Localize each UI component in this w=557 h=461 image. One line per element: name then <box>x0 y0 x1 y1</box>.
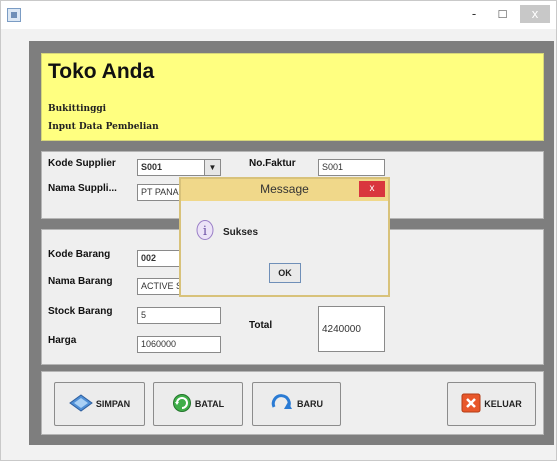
kode-supplier-value: S001 <box>141 162 163 172</box>
dialog-message: Sukses <box>223 227 259 238</box>
form-subtitle: Input Data Pembelian <box>48 122 159 132</box>
nama-supplier-label: Nama Suppli... <box>48 183 117 194</box>
simpan-button[interactable]: SIMPAN <box>54 382 145 426</box>
batal-label: BATAL <box>194 399 225 409</box>
header-panel: Toko Anda Bukittinggi Input Data Pembeli… <box>41 53 544 141</box>
no-faktur-label: No.Faktur <box>249 158 296 169</box>
nama-barang-field[interactable]: ACTIVE S <box>137 278 185 295</box>
keluar-label: KELUAR <box>484 399 522 409</box>
app-window: - □ x Toko Anda Bukittinggi Input Data P… <box>0 0 557 461</box>
kode-barang-field[interactable]: 002 <box>137 250 185 267</box>
stock-barang-field[interactable]: 5 <box>137 307 221 324</box>
message-dialog: Message x i Sukses OK <box>179 177 390 297</box>
maximize-button[interactable]: □ <box>492 5 514 23</box>
dialog-title: Message <box>260 182 309 196</box>
store-city: Bukittinggi <box>48 104 107 114</box>
simpan-label: SIMPAN <box>95 399 131 409</box>
harga-label: Harga <box>48 335 77 346</box>
window-controls: - □ x <box>461 5 550 25</box>
save-diamond-icon <box>68 394 93 414</box>
chevron-down-icon[interactable]: ▼ <box>204 160 220 175</box>
minimize-button[interactable]: - <box>463 5 485 23</box>
nama-barang-label: Nama Barang <box>48 276 113 287</box>
dialog-title-bar[interactable]: Message x <box>181 179 388 201</box>
title-bar[interactable]: - □ x <box>1 1 556 29</box>
keluar-button[interactable]: KELUAR <box>447 382 536 426</box>
store-title: Toko Anda <box>48 60 155 83</box>
kode-supplier-combo[interactable]: S001 ▼ <box>137 159 221 176</box>
svg-text:i: i <box>203 224 207 239</box>
close-button[interactable]: x <box>520 5 550 23</box>
dialog-close-button[interactable]: x <box>359 181 385 197</box>
baru-button[interactable]: BARU <box>252 382 341 426</box>
ok-button[interactable]: OK <box>269 263 301 283</box>
baru-label: BARU <box>297 399 323 409</box>
new-arrow-icon <box>270 393 294 415</box>
java-app-icon <box>7 8 21 22</box>
dialog-body: i Sukses OK <box>181 201 388 295</box>
batal-button[interactable]: BATAL <box>153 382 243 426</box>
stock-barang-label: Stock Barang <box>48 306 113 317</box>
kode-supplier-label: Kode Supplier <box>48 158 116 169</box>
exit-x-icon <box>461 393 481 415</box>
refresh-green-icon <box>172 393 192 415</box>
total-field[interactable]: 4240000 <box>318 306 385 352</box>
kode-barang-label: Kode Barang <box>48 249 111 260</box>
info-icon: i <box>195 219 215 246</box>
no-faktur-field[interactable]: S001 <box>318 159 385 176</box>
total-label: Total <box>249 320 273 331</box>
nama-supplier-field[interactable]: PT PANAS <box>137 184 185 201</box>
harga-field[interactable]: 1060000 <box>137 336 221 353</box>
